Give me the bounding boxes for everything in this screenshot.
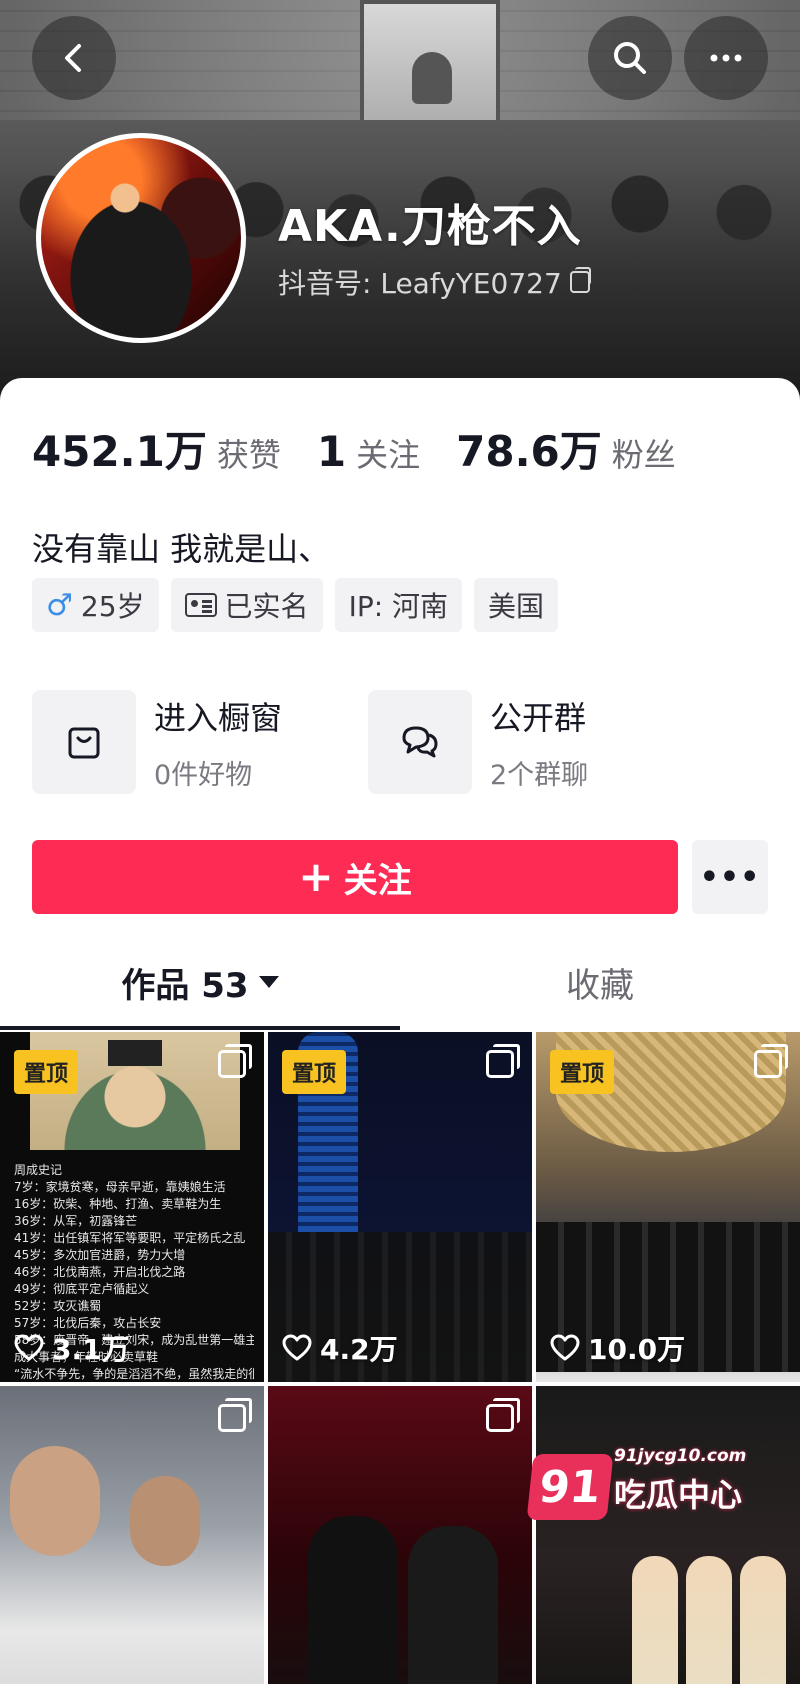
- avatar[interactable]: [36, 133, 246, 343]
- bio-text: 没有靠山 我就是山、: [32, 530, 331, 568]
- video-item-1[interactable]: 周成史记 7岁：家境贫寒，母亲早逝，靠姨娘生活 16岁：砍柴、种地、打渔、卖草鞋…: [0, 1032, 264, 1382]
- following-count[interactable]: 1: [317, 427, 346, 476]
- back-arrow-icon: [65, 44, 81, 72]
- follow-label: 关注: [343, 860, 412, 901]
- watermark-91: 91: [526, 1454, 614, 1520]
- shop-entry-title: 进入橱窗: [154, 698, 283, 737]
- multi-image-icon: [486, 1044, 520, 1078]
- shop-entry-subtitle: 0件好物: [154, 759, 253, 791]
- video-item-3[interactable]: 置顶 10.0万: [536, 1032, 800, 1382]
- gender-age-tag: ♂ 25岁: [32, 578, 159, 632]
- account-id-text: 抖音号: LeafyYE0727: [278, 267, 562, 300]
- group-entry[interactable]: 公开群 2个群聊: [368, 690, 588, 794]
- location-tag: 美国: [474, 578, 559, 632]
- watermark-name: 吃瓜中心: [614, 1476, 743, 1514]
- following-label[interactable]: 关注: [356, 430, 420, 476]
- pinned-badge: 置顶: [550, 1050, 615, 1094]
- plus-icon: +: [298, 852, 334, 901]
- likes-count: 452.1万: [32, 427, 207, 476]
- tab-works-label: 作品 53: [121, 965, 249, 1006]
- shopping-bag-icon: [68, 727, 100, 759]
- likes-label: 获赞: [216, 436, 281, 474]
- group-entry-subtitle: 2个群聊: [490, 759, 589, 791]
- video-likes: 4.2万: [282, 1328, 398, 1368]
- back-button[interactable]: [32, 16, 116, 100]
- watermark-logo: 91 91jycg10.com 吃瓜中心: [526, 1440, 746, 1520]
- shop-entry[interactable]: 进入橱窗 0件好物: [32, 690, 282, 794]
- id-card-icon: [184, 593, 217, 617]
- ip-tag: IP: 河南: [334, 578, 463, 632]
- username: AKA.刀枪不入: [278, 201, 582, 252]
- more-options-button[interactable]: [684, 16, 768, 100]
- tab-works[interactable]: 作品 53: [0, 938, 400, 1026]
- active-tab-indicator: [0, 1026, 400, 1030]
- video-grid: 周成史记 7岁：家境贫寒，母亲早逝，靠姨娘生活 16岁：砍柴、种地、打渔、卖草鞋…: [0, 1032, 800, 1684]
- age-text: 25岁: [80, 590, 145, 623]
- account-id[interactable]: 抖音号: LeafyYE0727: [278, 262, 591, 302]
- group-entry-title: 公开群: [490, 698, 587, 737]
- multi-image-icon: [218, 1398, 252, 1432]
- more-dots-icon: [710, 54, 742, 62]
- profile-tags: ♂ 25岁 已实名 IP: 河南 美国: [32, 578, 559, 632]
- watermark-site: 91jycg10.com: [614, 1446, 747, 1466]
- video-item-4[interactable]: [0, 1386, 264, 1684]
- video-likes-count: 3.1万: [52, 1333, 130, 1366]
- copy-icon[interactable]: [569, 267, 591, 293]
- video-likes: 3.1万: [14, 1328, 130, 1368]
- verified-tag[interactable]: 已实名: [170, 578, 323, 632]
- video-item-6[interactable]: [536, 1386, 800, 1684]
- male-icon: ♂: [46, 587, 73, 623]
- multi-image-icon: [218, 1044, 252, 1078]
- search-icon: [614, 42, 646, 74]
- followers-count[interactable]: 78.6万: [456, 418, 602, 479]
- heart-icon: [14, 1334, 44, 1361]
- verified-text: 已实名: [224, 590, 309, 623]
- content-tabs: 作品 53 收藏: [0, 938, 800, 1026]
- followers-label[interactable]: 粉丝: [612, 430, 676, 476]
- video-likes-count: 4.2万: [320, 1333, 398, 1366]
- heart-icon: [282, 1334, 312, 1361]
- chat-bubbles-icon: [402, 726, 438, 758]
- multi-image-icon: [486, 1398, 520, 1432]
- follow-button[interactable]: + 关注: [32, 840, 678, 914]
- video-item-2[interactable]: 置顶 4.2万: [268, 1032, 532, 1382]
- pinned-badge: 置顶: [282, 1050, 347, 1094]
- pinned-badge: 置顶: [14, 1050, 79, 1094]
- video-likes: 10.0万: [550, 1328, 685, 1368]
- follow-more-button[interactable]: •••: [692, 840, 768, 914]
- stats-row: 452.1万 获赞 1 关注 78.6万 粉丝: [32, 418, 712, 479]
- multi-image-icon: [754, 1044, 788, 1078]
- heart-icon: [550, 1334, 580, 1361]
- caret-down-icon: [258, 976, 279, 988]
- video-item-5[interactable]: [268, 1386, 532, 1684]
- search-button[interactable]: [588, 16, 672, 100]
- tab-favorites[interactable]: 收藏: [400, 938, 800, 1026]
- video-likes-count: 10.0万: [588, 1333, 686, 1366]
